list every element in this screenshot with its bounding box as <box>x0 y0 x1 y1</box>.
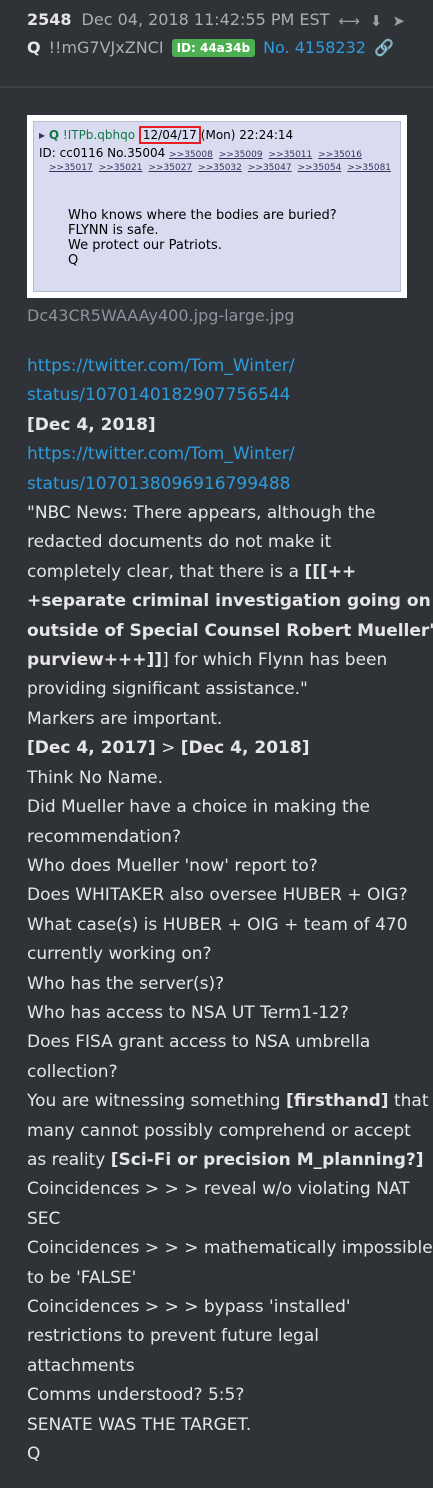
id-badge: ID: 44a34b <box>171 38 256 57</box>
image-replies-line: >>35017 >>35021 >>35027 >>35032 >>35047 >>350… <box>49 163 397 173</box>
image-time: (Mon) 22:24:14 <box>200 128 294 142</box>
image-reply: >>35047 <box>247 163 292 173</box>
tweet-link-1[interactable]: https://twitter.com/Tom_Winter/ <box>27 356 295 376</box>
body-text: > <box>155 738 181 759</box>
image-q-name: Q <box>48 128 60 142</box>
image-message-line: Q <box>68 253 79 268</box>
body-line: to be 'FALSE' <box>27 1267 137 1288</box>
image-date: 12/04/17 <box>138 126 201 144</box>
body-text: as reality <box>27 1149 111 1170</box>
signature: Q <box>27 1444 41 1465</box>
image-reply: >>35054 <box>297 163 342 173</box>
image-message-line: We protect our Patriots. <box>68 238 222 253</box>
body-line: redacted documents do not make it <box>27 532 332 553</box>
image-reply: >>35011 <box>268 150 313 160</box>
image-message-line: Who knows where the bodies are buried? <box>68 208 337 223</box>
post-number-link[interactable]: No. 4158232 <box>263 38 366 57</box>
body-line: Who has the server(s)? <box>27 973 225 994</box>
body-bold: purview+++]] <box>27 650 163 671</box>
body-line: Who has access to NSA UT Term1-12? <box>27 1002 349 1023</box>
image-screenshot: ▸ Q !ITPb.qbhqo 12/04/17 (Mon) 22:24:14 I… <box>33 121 401 292</box>
body-line: Did Mueller have a choice in making the <box>27 797 370 818</box>
body-line: +separate criminal investigation going o… <box>27 591 431 612</box>
body-line: Does FISA grant access to NSA umbrella <box>27 1032 371 1053</box>
image-reply: >>35081 <box>347 163 392 173</box>
body-line: SEC <box>27 1208 61 1229</box>
body-line: What case(s) is HUBER + OIG + team of 47… <box>27 914 408 935</box>
post-body: https://twitter.com/Tom_Winter/ status/1… <box>27 352 433 1469</box>
image-reply: >>35027 <box>148 163 193 173</box>
body-line: outside of Special Counsel Robert Muelle… <box>27 620 433 641</box>
goto-icon[interactable]: ➤ <box>392 12 405 30</box>
image-id-line: ID: cc0116 No.35004 >>35008 >>35009 >>3501… <box>39 146 368 160</box>
body-line: Does WHITAKER also oversee HUBER + OIG? <box>27 885 408 906</box>
body-text: You are witnessing something <box>27 1091 286 1112</box>
body-line: Coincidences > > > bypass 'installed' <box>27 1297 351 1317</box>
post-date: Dec 04, 2018 11:42:55 PM EST <box>81 10 330 29</box>
image-id: ID: cc0116 No.35004 <box>39 146 166 160</box>
tweet-link-2-cont[interactable]: status/1070138096916799488 <box>27 474 290 494</box>
body-line: restrictions to prevent future legal <box>27 1326 319 1347</box>
image-reply: >>35032 <box>198 163 242 173</box>
body-bold: [firsthand] <box>285 1091 389 1112</box>
image-trip: !ITPb.qbhqo <box>62 128 136 142</box>
post-header: 2548 Dec 04, 2018 11:42:55 PM EST ⟷ ⬇ ➤ … <box>0 0 433 82</box>
image-reply: >>35009 <box>218 150 263 160</box>
body-line: providing significant assistance." <box>27 679 308 700</box>
bullet-icon: ▸ <box>39 128 46 142</box>
body-line: "NBC News: There appears, although the <box>27 503 376 524</box>
body-line: [Dec 4, 2017] > [Dec 4, 2018] <box>27 734 407 763</box>
tweet-link-1-cont[interactable]: status/1070140182907756544 <box>27 385 290 405</box>
image-reply: >>35017 <box>49 163 93 173</box>
post-number: 2548 <box>27 10 72 29</box>
body-bold: [Sci-Fi or precision M_planning?] <box>110 1149 424 1170</box>
post-image[interactable]: ▸ Q !ITPb.qbhqo 12/04/17 (Mon) 22:24:14 I… <box>27 115 407 298</box>
body-line: attachments <box>27 1355 135 1376</box>
image-filename[interactable]: Dc43CR5WAAAy400.jpg-large.jpg <box>27 306 295 325</box>
post-author-row: Q !!mG7VJxZNCI ID: 44a34b No. 4158232 🔗 <box>27 38 394 57</box>
body-line: Who does Mueller 'now' report to? <box>27 855 318 876</box>
body-line: Think No Name. <box>27 767 163 788</box>
body-line: You are witnessing something [firsthand]… <box>27 1087 429 1116</box>
image-message-line: FLYNN is safe. <box>68 223 159 238</box>
author-name: Q <box>27 38 41 57</box>
image-reply: >>35021 <box>98 163 143 173</box>
post-meta-row: 2548 Dec 04, 2018 11:42:55 PM EST <box>27 10 329 29</box>
image-reply: >>35008 <box>169 150 213 160</box>
image-header-line: ▸ Q !ITPb.qbhqo 12/04/17 (Mon) 22:24:14 <box>39 126 294 144</box>
post-actions: ⟷ ⬇ ➤ <box>338 12 405 30</box>
body-line: purview+++]]] for which Flynn has been <box>27 646 407 675</box>
link-icon[interactable]: 🔗 <box>374 38 394 57</box>
body-line: currently working on? <box>27 944 212 965</box>
body-line: completely clear, that there is a [[[++ <box>27 558 407 587</box>
body-text: that <box>388 1091 429 1112</box>
body-line: recommendation? <box>27 826 181 847</box>
tripcode: !!mG7VJxZNCI <box>48 38 164 57</box>
body-line: Coincidences > > > mathematically imposs… <box>27 1238 433 1259</box>
body-bold: [[[++ <box>304 561 357 582</box>
body-line: many cannot possibly comprehend or accep… <box>27 1120 411 1141</box>
tweet-link-2[interactable]: https://twitter.com/Tom_Winter/ <box>27 444 295 464</box>
body-line: Comms understood? 5:5? <box>27 1385 245 1406</box>
date-marker: [Dec 4, 2018] <box>27 414 156 435</box>
body-bold: [Dec 4, 2017] <box>27 738 156 759</box>
download-icon[interactable]: ⬇ <box>370 12 383 30</box>
share-icon[interactable]: ⟷ <box>338 12 360 30</box>
body-line: Coincidences > > > reveal w/o violating … <box>27 1179 410 1200</box>
body-line: as reality [Sci-Fi or precision M_planni… <box>27 1146 424 1175</box>
header-divider <box>0 86 433 88</box>
body-line: Markers are important. <box>27 708 223 729</box>
image-reply: >>35016 <box>318 150 362 160</box>
body-line: collection? <box>27 1061 118 1082</box>
body-text: completely clear, that there is a <box>27 561 305 582</box>
image-message: Who knows where the bodies are buried? F… <box>68 208 337 268</box>
body-bold: [Dec 4, 2018] <box>180 738 310 759</box>
body-text: ] for which Flynn has been <box>162 650 388 671</box>
body-line: SENATE WAS THE TARGET. <box>27 1414 252 1435</box>
